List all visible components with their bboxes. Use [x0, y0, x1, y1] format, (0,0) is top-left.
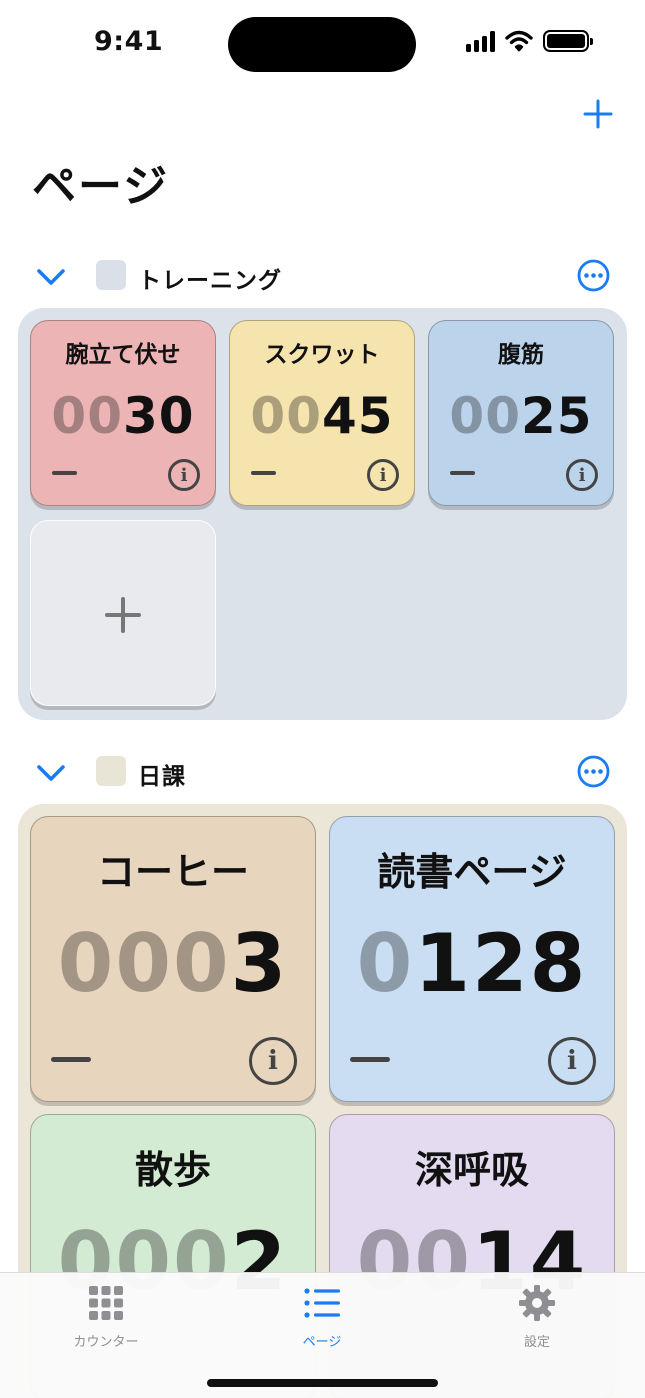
tab-label: 設定: [523, 1335, 550, 1350]
counter-value: 0030: [51, 387, 195, 445]
group-header-daily: 日課: [0, 752, 645, 792]
counter-card[interactable]: 腕立て伏せ 0030 i: [30, 320, 216, 506]
group-name: トレーニング: [138, 268, 282, 294]
decrement-button[interactable]: [251, 471, 276, 475]
group-header-training: トレーニング: [0, 256, 645, 296]
counter-card[interactable]: 腹筋 0025 i: [428, 320, 614, 506]
tab-settings[interactable]: 設定: [457, 1283, 617, 1350]
counter-name: コーヒー: [96, 850, 249, 894]
page-title: ページ: [32, 161, 170, 212]
info-icon[interactable]: i: [367, 459, 399, 491]
group-name: 日課: [138, 764, 186, 790]
tab-pages[interactable]: ページ: [242, 1283, 402, 1350]
battery-icon: [543, 30, 593, 52]
chevron-down-icon[interactable]: [36, 264, 66, 288]
chevron-down-icon[interactable]: [36, 760, 66, 784]
grid-icon: [89, 1286, 123, 1320]
status-icons: [466, 30, 593, 52]
status-bar: 9:41: [0, 0, 645, 90]
counter-name: スクワット: [264, 342, 380, 368]
counter-name: 読書ページ: [377, 850, 567, 894]
counter-card[interactable]: 読書ページ 0128 i: [329, 816, 615, 1102]
group-color-swatch[interactable]: [96, 260, 126, 290]
decrement-button[interactable]: [450, 471, 475, 475]
counter-name: 腹筋: [498, 342, 544, 368]
info-icon[interactable]: i: [548, 1037, 596, 1085]
decrement-button[interactable]: [52, 471, 77, 475]
counter-name: 腕立て伏せ: [65, 342, 181, 368]
counter-name: 深呼吸: [414, 1148, 529, 1192]
wifi-icon: [505, 30, 533, 52]
tab-label: ページ: [302, 1335, 342, 1350]
decrement-button[interactable]: [51, 1057, 91, 1062]
counter-value: 0003: [57, 917, 289, 1010]
info-icon[interactable]: i: [566, 459, 598, 491]
decrement-button[interactable]: [350, 1057, 390, 1062]
counter-value: 0128: [356, 917, 588, 1010]
counter-card[interactable]: コーヒー 0003 i: [30, 816, 316, 1102]
tab-label: カウンター: [73, 1335, 139, 1350]
counter-card[interactable]: スクワット 0045 i: [229, 320, 415, 506]
info-icon[interactable]: i: [249, 1037, 297, 1085]
more-options-icon[interactable]: [577, 755, 610, 788]
more-options-icon[interactable]: [577, 259, 610, 292]
gear-icon: [519, 1285, 555, 1321]
group-color-swatch[interactable]: [96, 756, 126, 786]
info-icon[interactable]: i: [168, 459, 200, 491]
home-indicator: [207, 1379, 438, 1387]
group-panel-training: 腕立て伏せ 0030 i スクワット 0045 i 腹筋 0025 i: [18, 308, 627, 720]
add-counter-button[interactable]: [30, 520, 216, 706]
counter-value: 0045: [250, 387, 394, 445]
counter-value: 0025: [449, 387, 593, 445]
cellular-signal-icon: [466, 30, 495, 52]
tab-counters[interactable]: カウンター: [26, 1283, 186, 1350]
list-icon: [304, 1288, 340, 1318]
counter-name: 散歩: [134, 1148, 211, 1192]
dynamic-island: [228, 17, 416, 72]
status-time: 9:41: [94, 26, 164, 57]
add-page-button[interactable]: [578, 94, 618, 134]
